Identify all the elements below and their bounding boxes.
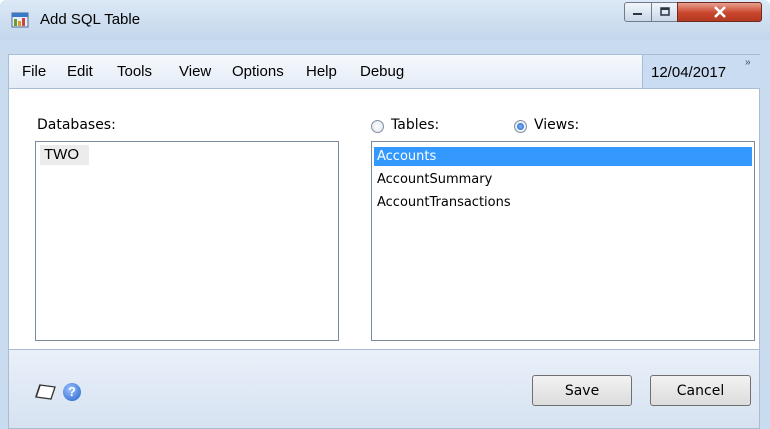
close-icon (713, 6, 726, 18)
save-button[interactable]: Save (532, 375, 632, 406)
help-icon[interactable]: ? (63, 383, 81, 401)
add-sql-table-window: Add SQL Table File Edit Tools View Optio… (0, 0, 770, 429)
close-button[interactable] (677, 2, 762, 22)
cancel-button[interactable]: Cancel (650, 375, 751, 406)
menu-tools[interactable]: Tools (117, 63, 152, 80)
view-item-account-summary[interactable]: AccountSummary (374, 170, 752, 189)
note-icon[interactable] (35, 383, 57, 401)
minimize-icon (633, 13, 642, 15)
dialog-body: Databases: TWO Tables: Views: Accounts A… (8, 89, 760, 349)
menu-options[interactable]: Options (232, 63, 284, 80)
menu-edit[interactable]: Edit (67, 63, 93, 80)
menu-help[interactable]: Help (306, 63, 337, 80)
user-date: 12/04/2017 (651, 64, 727, 81)
sql-table-app-icon (11, 12, 29, 28)
views-list[interactable]: Accounts AccountSummary AccountTransacti… (371, 141, 755, 341)
radio-selected-dot (517, 123, 524, 130)
view-item-accounts[interactable]: Accounts (374, 147, 752, 166)
menu-view[interactable]: View (179, 63, 211, 80)
menu-debug[interactable]: Debug (360, 63, 404, 80)
user-date-button[interactable]: 12/04/2017 » (642, 55, 761, 88)
maximize-button[interactable] (651, 2, 678, 22)
maximize-icon (659, 7, 670, 16)
database-item-two[interactable]: TWO (40, 145, 89, 165)
view-item-account-transactions[interactable]: AccountTransactions (374, 193, 752, 212)
dialog-footer: ? Save Cancel (8, 349, 760, 429)
tables-radio[interactable] (371, 120, 384, 133)
minimize-button[interactable] (624, 2, 652, 22)
menu-bar: File Edit Tools View Options Help Debug … (8, 54, 761, 89)
tables-radio-label[interactable]: Tables: (391, 117, 439, 133)
toolbar-overflow-icon[interactable]: » (745, 57, 751, 68)
menu-file[interactable]: File (22, 63, 46, 80)
views-radio-label[interactable]: Views: (534, 117, 579, 133)
window-title: Add SQL Table (40, 11, 141, 28)
title-bar[interactable]: Add SQL Table (0, 0, 770, 40)
databases-label: Databases: (37, 117, 116, 133)
databases-list[interactable]: TWO (35, 141, 339, 341)
views-radio[interactable] (514, 120, 527, 133)
